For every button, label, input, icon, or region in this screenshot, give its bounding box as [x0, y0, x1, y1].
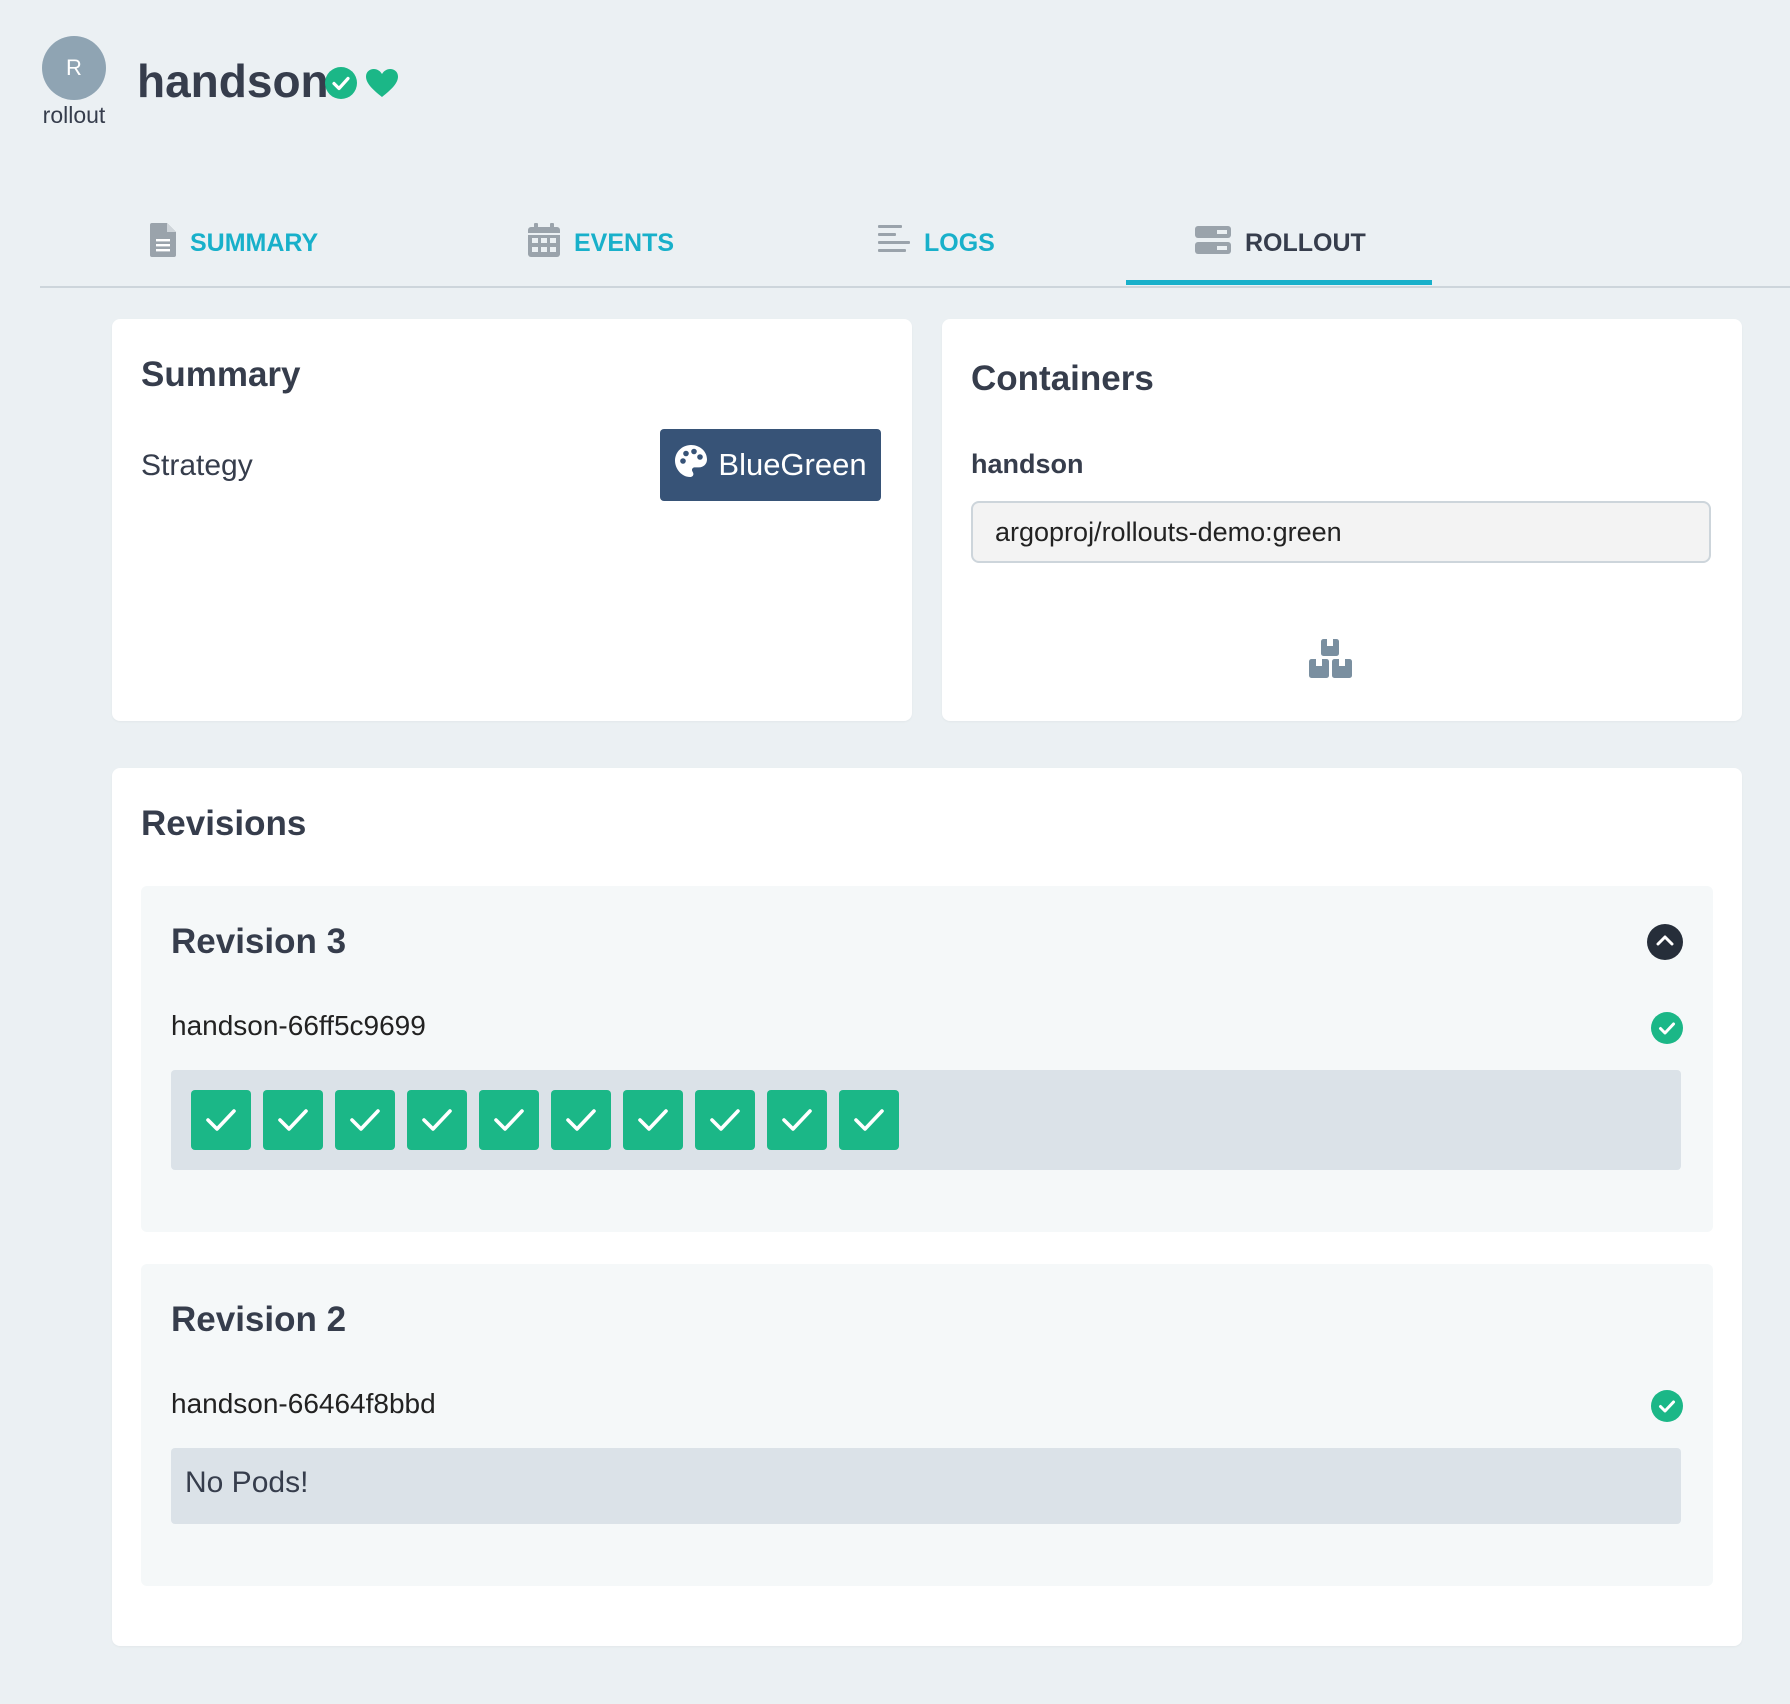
replicaset-name: handson-66ff5c9699 — [171, 1010, 426, 1041]
check-icon — [422, 1109, 452, 1131]
chevron-up-icon — [1656, 933, 1674, 951]
pods-row: No Pods! — [171, 1448, 1681, 1524]
pod-healthy[interactable] — [839, 1090, 899, 1150]
revisions-title: Revisions — [141, 804, 307, 843]
active-tab-indicator — [1126, 280, 1432, 285]
pods-list — [191, 1090, 899, 1150]
calendar-icon — [528, 222, 560, 264]
tab-logs-label: LOGS — [924, 228, 995, 257]
container-name: handson — [971, 449, 1084, 479]
page-header: R rollout handson — [0, 0, 1790, 160]
check-icon — [782, 1109, 812, 1131]
containers-edit-icon[interactable] — [1309, 639, 1353, 679]
container-image-field[interactable] — [971, 501, 1711, 563]
strategy-label: Strategy — [141, 449, 253, 482]
pods-row — [171, 1070, 1681, 1170]
tab-logs[interactable]: LOGS — [878, 200, 995, 286]
revision-title: Revision 2 — [171, 1300, 347, 1339]
sync-status-check-icon — [324, 66, 358, 105]
check-icon — [566, 1109, 596, 1131]
health-heart-icon — [364, 67, 400, 104]
pod-healthy[interactable] — [767, 1090, 827, 1150]
pod-healthy[interactable] — [479, 1090, 539, 1150]
tab-bar: SUMMARY EVENTS LOGS ROLLOUT — [40, 200, 1790, 288]
tab-summary[interactable]: SUMMARY — [150, 200, 318, 286]
check-icon — [350, 1109, 380, 1131]
replicaset-healthy-check-icon — [1651, 1012, 1683, 1044]
containers-title: Containers — [971, 359, 1154, 398]
pod-healthy[interactable] — [623, 1090, 683, 1150]
revision-2: Revision 2 handson-66464f8bbd No Pods! — [141, 1264, 1713, 1586]
revisions-card: Revisions Revision 3 handson-66ff5c9699 … — [112, 768, 1742, 1646]
replicaset-healthy-check-icon — [1651, 1390, 1683, 1422]
revision-title: Revision 3 — [171, 922, 347, 961]
tab-events[interactable]: EVENTS — [528, 200, 674, 286]
pod-healthy[interactable] — [263, 1090, 323, 1150]
kind-label: rollout — [42, 102, 106, 128]
pod-healthy[interactable] — [335, 1090, 395, 1150]
check-icon — [854, 1109, 884, 1131]
check-icon — [710, 1109, 740, 1131]
tab-rollout[interactable]: ROLLOUT — [1195, 200, 1366, 286]
rollout-icon — [1195, 225, 1231, 261]
check-icon — [494, 1109, 524, 1131]
containers-card: Containers handson — [942, 319, 1742, 721]
pod-healthy[interactable] — [695, 1090, 755, 1150]
file-icon — [150, 222, 176, 264]
pod-healthy[interactable] — [551, 1090, 611, 1150]
kind-avatar: R — [42, 36, 106, 100]
palette-icon — [674, 444, 708, 486]
logs-icon — [878, 224, 910, 263]
no-pods-text: No Pods! — [185, 1466, 309, 1499]
app-name: handson — [137, 55, 329, 107]
pod-healthy[interactable] — [407, 1090, 467, 1150]
tab-rollout-label: ROLLOUT — [1245, 228, 1366, 257]
summary-title: Summary — [141, 355, 301, 394]
replicaset-name: handson-66464f8bbd — [171, 1388, 436, 1419]
check-icon — [278, 1109, 308, 1131]
strategy-value: BlueGreen — [718, 447, 867, 482]
check-icon — [206, 1109, 236, 1131]
pod-healthy[interactable] — [191, 1090, 251, 1150]
revision-3: Revision 3 handson-66ff5c9699 — [141, 886, 1713, 1232]
tab-summary-label: SUMMARY — [190, 228, 319, 257]
tab-events-label: EVENTS — [574, 228, 675, 257]
collapse-revision-button[interactable] — [1647, 924, 1683, 960]
title-status-icons — [324, 66, 400, 105]
check-icon — [638, 1109, 668, 1131]
summary-card: Summary Strategy BlueGreen — [112, 319, 912, 721]
strategy-badge: BlueGreen — [660, 429, 881, 501]
